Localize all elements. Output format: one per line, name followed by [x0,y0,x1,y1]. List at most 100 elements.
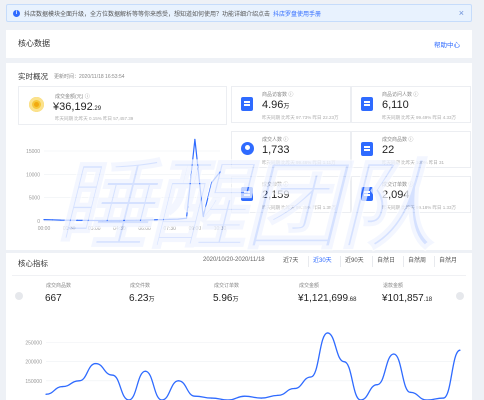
metric-value: ¥1,121,699.68 [298,293,357,304]
x-tick-label: 09:00 [189,226,202,232]
data-point [185,217,188,219]
realtime-title: 实时概况 [18,72,48,81]
data-point [211,397,213,399]
metric-label: 成交件数 [130,283,151,289]
y-tick-label: 10000 [26,172,40,178]
data-point [244,395,246,397]
tab-period[interactable]: 近7天 [279,256,302,267]
gmv-card[interactable]: 成交金额(元) ⓘ ¥36,192.29 昨天同期 比昨天 0.15% 昨日 5… [18,86,227,125]
data-point [152,219,154,221]
y-tick-label: 150000 [25,379,42,385]
metric-item[interactable]: 成交订单数 5.96万 [213,282,239,304]
y-tick-label: 0 [37,219,40,225]
data-point [219,171,221,173]
stat-value: 22 [382,144,395,156]
metric-value: 6.23万 [129,293,155,304]
data-point [144,370,146,372]
y-tick-label: 15000 [26,149,40,155]
metric-value: ¥101,857.18 [382,293,433,304]
data-point [111,374,113,376]
stat-card[interactable]: 商品访问人数 ⓘ 6,110 昨天同期 比昨天 99.49% 昨日 4.33万 [351,86,471,123]
data-point [442,397,445,399]
stat-value: 2,094 [382,189,410,201]
x-tick-label: 10:30 [214,226,227,232]
data-point [194,395,196,397]
notice-banner: i 抖店数据模块全面升级，全方位数据解析等等你来感受，想知道如何使用？功能详细介… [6,4,472,22]
gmv-compare: 昨天同期 比昨天 0.15% 昨日 57,457.39 [55,116,134,121]
data-point [326,332,329,334]
metric-item[interactable]: 退款金额 ¥101,857.18 [382,282,432,304]
y-tick-label: 200000 [25,360,42,366]
metric-item[interactable]: 成交件数 6.23万 [129,282,154,304]
data-point [310,376,312,378]
stat-compare: 昨天同期 比昨天 99.49% 昨日 4.33万 [382,115,457,120]
help-center-link[interactable]: 帮助中心 [434,39,460,49]
data-point [135,219,137,221]
stat-card[interactable]: 成交单数 ⓘ 2,159 昨天同期 比昨天 99.35% 昨日 1.35万 [231,176,351,213]
next-radio-icon[interactable] [456,292,464,300]
data-point [127,219,129,222]
stat-label: 成交订单数 ⓘ [382,182,414,188]
metrics-row: 成交商品数 667 成交件数 6.23万 成交订单数 5.96万 成交金额 ¥1,121,69… [12,275,466,311]
data-point [160,219,162,221]
tab-period[interactable]: 自然周 [403,256,430,267]
notice-manual-link[interactable]: 抖店罗盘使用手册 [273,9,321,18]
metric-item[interactable]: 成交金额 ¥1,121,699.68 [298,282,356,304]
stat-card[interactable]: 成交人数 ⓘ 1,733 昨天同期 比昨天 99.46% 昨日 1.11万 [231,131,351,168]
stat-value: 2,159 [262,189,290,201]
stat-compare: 昨天同期 比昨天 99.35% 昨日 1.35万 [262,205,337,210]
info-icon: i [13,9,20,17]
stat-value: 6,110 [382,99,409,111]
data-point [169,218,171,220]
x-tick-label: 03:00 [88,226,101,232]
metric-item[interactable]: 成交商品数 667 [45,282,71,304]
user-icon [241,142,254,155]
data-point [45,393,47,395]
x-tick-label: 04:30 [113,226,126,232]
notice-text: 抖店数据模块全面升级，全方位数据解析等等你来感受，想知道如何使用？功能详细介绍点… [24,11,271,18]
data-point [343,361,345,363]
doc-icon [361,142,373,156]
x-tick-label: 00:00 [38,226,51,232]
doc-icon [241,97,253,111]
stat-label: 商品访客数 ⓘ [262,92,294,98]
data-point [76,219,79,221]
stat-compare: 昨天同期 比昨天 97.73% 昨日 22.23万 [262,115,339,120]
series-line [45,332,461,400]
data-point [177,380,180,382]
y-tick-label: 250000 [25,341,42,347]
gmv-label: 成交金额(元) ⓘ [55,94,90,100]
core-metrics-line-chart: 250000 200000 150000 [25,332,461,400]
stat-compare: 昨天同期 比昨天 99.18% 昨日 1.33万 [382,205,457,210]
stat-card[interactable]: 成交订单数 ⓘ 2,094 昨天同期 比昨天 99.18% 昨日 1.33万 [351,176,471,213]
x-tick-label: 07:30 [163,226,176,232]
metric-label: 成交商品数 [46,283,72,289]
core-data-header: 核心数据 帮助中心 [6,30,472,58]
data-point [85,219,87,222]
realtime-updated: 更新时间：2020/11/18 16:53:54 [54,74,125,80]
doc-icon [361,187,373,201]
data-point [293,387,295,390]
data-point [143,219,146,221]
series-line [43,139,221,222]
y-tick-label: 5000 [29,196,40,202]
stat-compare: 昨天同期 比昨天 100% 昨日 31 [382,160,445,165]
stat-label: 商品访问人数 ⓘ [382,92,419,98]
tab-period[interactable]: 近90天 [340,256,368,267]
core-metrics-panel: 核心指标 2020/10/20-2020/11/18 近7天 近30天 近90天 自然… [6,253,472,400]
data-point [95,362,97,365]
close-icon[interactable]: × [459,8,464,18]
stat-card[interactable]: 商品访客数 ⓘ 4.96万 昨天同期 比昨天 97.73% 昨日 22.23万 [231,86,351,123]
tab-period[interactable]: 近30天 [308,256,336,267]
tab-period[interactable]: 自然日 [372,256,399,267]
data-point [93,219,95,222]
core-metrics-title: 核心指标 [18,259,48,268]
date-range[interactable]: 2020/10/20-2020/11/18 [203,257,265,263]
stat-card[interactable]: 成交商品数 ⓘ 22 昨天同期 比昨天 100% 昨日 31 [351,131,471,168]
prev-radio-icon[interactable] [15,292,23,300]
stat-label: 成交人数 ⓘ [262,137,289,143]
stat-label: 成交单数 ⓘ [262,182,289,188]
metric-value: 5.96万 [213,293,239,304]
metric-label: 退款金额 [383,283,404,289]
tab-period[interactable]: 自然月 [434,256,461,267]
